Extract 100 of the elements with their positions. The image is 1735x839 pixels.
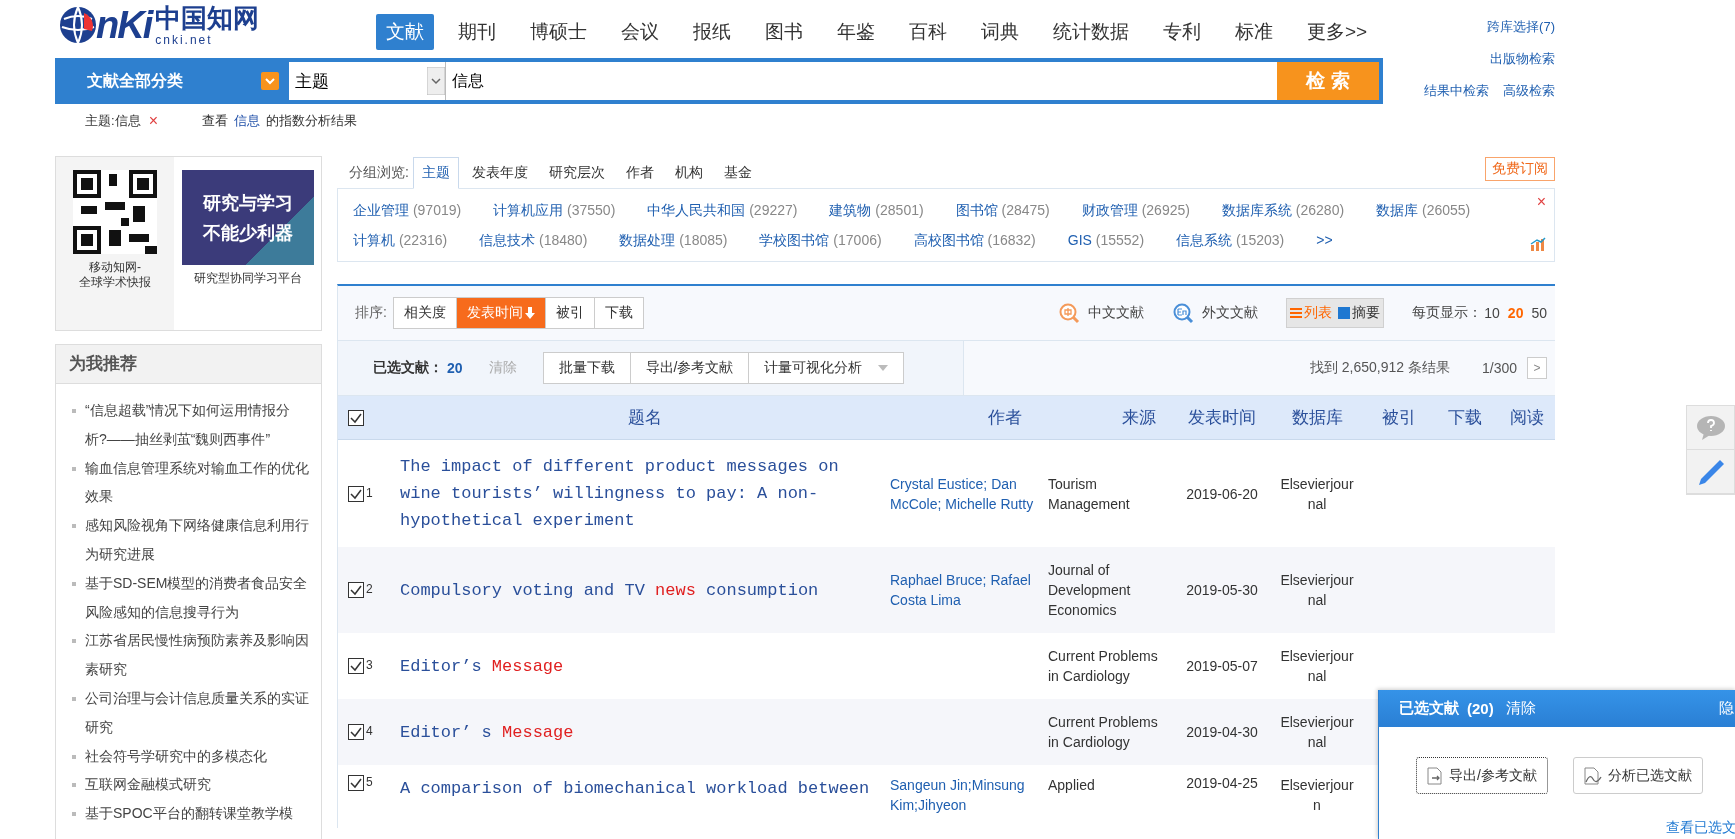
column-header[interactable]: 下载: [1432, 406, 1498, 429]
nav-tab[interactable]: 百科: [899, 14, 957, 50]
column-header[interactable]: 阅读: [1498, 406, 1555, 429]
nav-tab[interactable]: 会议: [611, 14, 669, 50]
export-button[interactable]: 导出/参考文献: [1416, 757, 1548, 794]
search-field[interactable]: 信息: [446, 62, 1277, 100]
feedback-button[interactable]: [1687, 450, 1734, 494]
column-header[interactable]: 作者: [890, 406, 1042, 429]
advanced-search-link[interactable]: 高级检索: [1503, 82, 1555, 100]
author-link[interactable]: Crystal Eustice; Dan McCole; Michelle Rutty: [890, 473, 1042, 514]
nav-tab[interactable]: 期刊: [448, 14, 506, 50]
publication-search-link[interactable]: 出版物检索: [1490, 50, 1555, 68]
clear-link[interactable]: 清除: [1505, 699, 1536, 718]
sort-button[interactable]: 下载: [594, 298, 643, 328]
field-select[interactable]: 主题: [289, 62, 446, 100]
title-link[interactable]: Editor’s Message: [400, 652, 890, 680]
close-button[interactable]: ×: [1536, 193, 1546, 211]
facet-link[interactable]: 图书馆 (28475): [955, 195, 1050, 225]
next-page-button[interactable]: >: [1527, 357, 1547, 379]
facet-link[interactable]: 数据库系统 (26280): [1221, 195, 1345, 225]
nav-tab[interactable]: 专利: [1153, 14, 1211, 50]
page-size-link[interactable]: 10: [1484, 305, 1500, 321]
facet-link[interactable]: 信息系统 (15203): [1176, 225, 1285, 255]
sort-button[interactable]: 相关度: [393, 298, 457, 328]
title-link[interactable]: A comparison of biomechanical workload between: [400, 775, 890, 802]
facet-link[interactable]: 企业管理 (97019): [353, 195, 462, 225]
more-link[interactable]: >>: [1316, 225, 1333, 255]
nav-tab[interactable]: 年鉴: [827, 14, 885, 50]
recommend-link[interactable]: “信息超载”情况下如何运用情报分析?——抽丝剥茧“魏则西事件”: [85, 396, 311, 454]
logo-domain: cnki.net: [155, 33, 214, 47]
keyword-link[interactable]: 信息: [233, 112, 260, 130]
facet-link[interactable]: 学校图书馆 (17006): [759, 225, 882, 255]
recommend-link[interactable]: 公司治理与会计信息质量关系的实证研究: [85, 683, 311, 742]
column-header[interactable]: 题名: [400, 406, 890, 429]
nav-tab[interactable]: 报纸: [683, 14, 741, 50]
recommend-link[interactable]: 江苏省居民慢性病预防素养及影响因素研究: [85, 626, 311, 684]
recommend-link[interactable]: 互联网金融模式研究: [85, 770, 211, 800]
view-selected-link[interactable]: 查看已选文: [1666, 819, 1735, 837]
row-checkbox[interactable]: [348, 582, 364, 598]
group-tab[interactable]: 机构: [666, 158, 711, 188]
facet-link[interactable]: GIS (15552): [1067, 225, 1145, 255]
row-checkbox[interactable]: [348, 485, 364, 502]
recommend-link[interactable]: 基于SPOC平台的翻转课堂教学模: [85, 799, 293, 828]
nav-tab[interactable]: 图书: [755, 14, 813, 50]
facet-link[interactable]: 计算机 (22316): [353, 225, 448, 255]
nav-tab[interactable]: 标准: [1225, 14, 1283, 50]
chart-icon[interactable]: [1530, 237, 1546, 251]
promo-banner[interactable]: 研究与学习 不能少利器: [181, 170, 314, 265]
author-link[interactable]: Raphael Bruce; Rafael Costa Lima: [890, 570, 1042, 610]
foreign-literature-link[interactable]: 外文文献: [1172, 302, 1259, 324]
search-within-link[interactable]: 结果中检索: [1424, 82, 1489, 100]
chinese-literature-link[interactable]: 中文文献: [1058, 302, 1145, 324]
title-link[interactable]: The impact of different product messages on wine tourists’ willingness to pay: A non-hypothetical experiment: [400, 453, 890, 534]
analysis-document-icon: [1583, 766, 1602, 785]
nav-tab[interactable]: 博硕士: [520, 14, 597, 50]
remove-filter-button[interactable]: ×: [148, 112, 158, 130]
view-toggle[interactable]: 摘要: [1335, 299, 1384, 327]
facet-link[interactable]: 数据库 (26055): [1376, 195, 1471, 225]
title-link[interactable]: Editor’ s Message: [400, 718, 890, 746]
author-link[interactable]: Sangeun Jin;Minsung Kim;Jihyeon: [890, 775, 1042, 815]
column-header[interactable]: 来源: [1042, 406, 1176, 429]
recommend-link[interactable]: 社会符号学研究中的多模态化: [85, 741, 267, 771]
sort-button[interactable]: 被引: [545, 298, 595, 328]
hide-link[interactable]: 隐: [1719, 699, 1735, 718]
select-all-checkbox[interactable]: [348, 409, 364, 426]
row-checkbox[interactable]: [348, 775, 364, 791]
cross-database-link[interactable]: 跨库选择(7): [1487, 18, 1555, 36]
column-header[interactable]: 发表时间: [1176, 406, 1268, 429]
column-header[interactable]: 数据库: [1268, 406, 1366, 429]
group-tab[interactable]: 基金: [715, 158, 760, 188]
row-checkbox[interactable]: [348, 724, 364, 740]
facet-link[interactable]: 建筑物 (28501): [829, 195, 924, 225]
row-checkbox[interactable]: [348, 658, 364, 674]
group-tab[interactable]: 作者: [617, 158, 662, 188]
recommend-link[interactable]: 感知风险视角下网络健康信息利用行为研究进展: [85, 511, 311, 569]
title-link[interactable]: Compulsory voting and TV news consumption: [400, 576, 890, 604]
recommend-link[interactable]: 基于SD-SEM模型的消费者食品安全风险感知的信息搜寻行为: [85, 568, 311, 627]
facet-link[interactable]: 中华人民共和国 (29227): [647, 195, 798, 225]
facet-link[interactable]: 财政管理 (26925): [1081, 195, 1190, 225]
nav-tab[interactable]: 词典: [971, 14, 1029, 50]
nav-tab[interactable]: 统计数据: [1043, 14, 1139, 50]
facet-link[interactable]: 计算机应用 (37550): [493, 195, 616, 225]
nav-tab[interactable]: 文献: [376, 14, 434, 50]
group-tab[interactable]: 发表年度: [463, 158, 536, 188]
analyze-button[interactable]: 分析已选文献: [1572, 757, 1703, 794]
nav-tab[interactable]: 更多>>: [1297, 14, 1378, 50]
category-dropdown[interactable]: 文献全部分类: [57, 60, 289, 102]
recommend-link[interactable]: 输血信息管理系统对输血工作的优化效果: [85, 453, 311, 512]
source-text: Journal of Development Economics: [1047, 561, 1132, 620]
page-size-link[interactable]: 50: [1531, 305, 1547, 321]
result-count: 找到 2,650,912 条结果: [1309, 359, 1450, 377]
popup-title: 已选文献: [1399, 699, 1459, 718]
facet-link[interactable]: 信息技术 (18480): [479, 225, 588, 255]
facet-link[interactable]: 高校图书馆 (16832): [913, 225, 1036, 255]
magnifier-icon: [1172, 302, 1195, 324]
row-number: 4: [366, 724, 373, 738]
facet-link[interactable]: 数据处理 (18085): [619, 225, 728, 255]
group-tab[interactable]: 研究层次: [540, 158, 613, 188]
column-header[interactable]: 被引: [1366, 406, 1432, 429]
group-tab[interactable]: 主题: [412, 157, 459, 189]
